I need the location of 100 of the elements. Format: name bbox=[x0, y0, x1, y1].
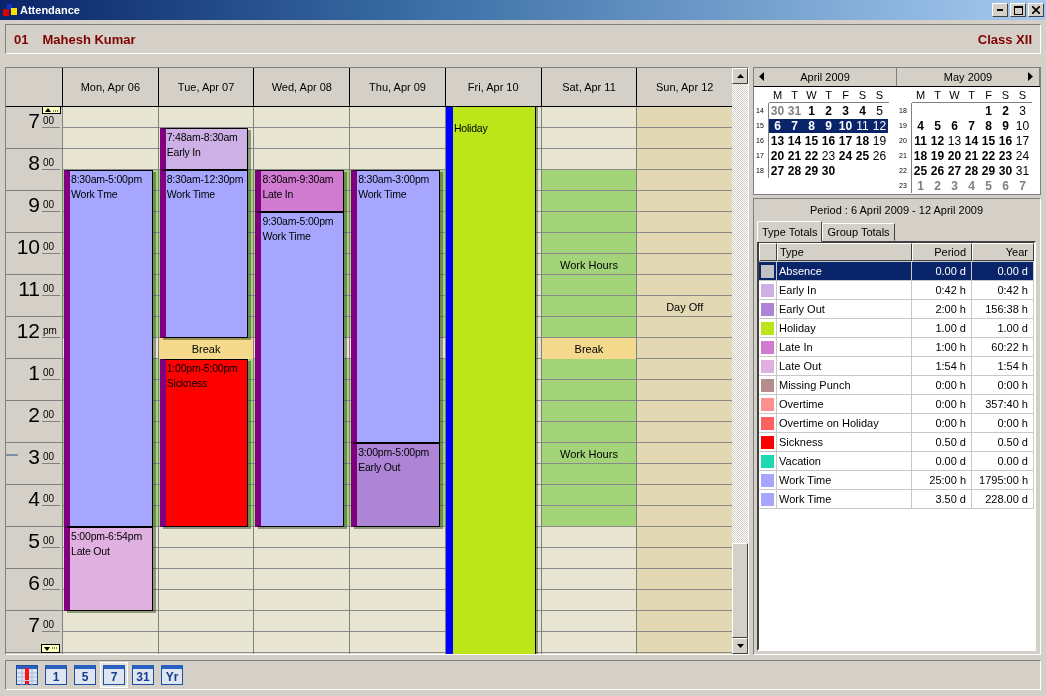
date-cell[interactable]: 14 bbox=[786, 133, 803, 148]
scroll-up-arrow-icon[interactable] bbox=[736, 74, 744, 78]
date-cell[interactable]: 30 bbox=[997, 163, 1014, 178]
table-row[interactable]: Missing Punch 0:00 h 0:00 h bbox=[759, 376, 1034, 395]
table-row[interactable]: Work Time 3.50 d 228.00 d bbox=[759, 490, 1034, 509]
date-cell[interactable]: 13 bbox=[946, 133, 963, 148]
week-row[interactable]: 30 31 1 2 3 4 5 bbox=[769, 103, 888, 118]
date-cell[interactable]: 9 bbox=[997, 118, 1014, 133]
date-cell[interactable]: 15 bbox=[803, 133, 820, 148]
event-block[interactable]: 8:30am-9:30am Late In bbox=[255, 170, 345, 212]
scroll-thumb[interactable] bbox=[732, 543, 748, 638]
week-row[interactable]: 11 12 13 14 15 16 17 bbox=[912, 133, 1031, 148]
week-row[interactable]: 13 14 15 16 17 18 19 bbox=[769, 133, 888, 148]
date-cell[interactable]: 11 bbox=[854, 118, 871, 133]
next-month-icon[interactable] bbox=[1028, 72, 1033, 81]
date-cell[interactable]: 17 bbox=[1014, 133, 1031, 148]
date-cell[interactable]: 7 bbox=[963, 118, 980, 133]
date-cell[interactable]: 16 bbox=[820, 133, 837, 148]
column-header[interactable]: Period bbox=[912, 243, 972, 261]
previous-month-icon[interactable] bbox=[759, 72, 764, 81]
date-cell[interactable]: 23 bbox=[820, 148, 837, 163]
date-cell[interactable]: 31 bbox=[1014, 163, 1031, 178]
date-cell[interactable]: 12 bbox=[929, 133, 946, 148]
date-cell[interactable]: 30 bbox=[820, 163, 837, 178]
event-block[interactable]: 7:48am-8:30am Early In bbox=[159, 128, 249, 170]
date-cell[interactable]: 6 bbox=[997, 178, 1014, 193]
scroll-down-icon[interactable] bbox=[41, 644, 60, 653]
table-row[interactable]: Absence 0.00 d 0.00 d bbox=[759, 262, 1034, 281]
day-header[interactable]: Tue, Apr 07 bbox=[157, 68, 254, 106]
date-cell[interactable]: 1 bbox=[912, 178, 929, 193]
view-button[interactable]: Yr bbox=[158, 662, 186, 688]
date-cell[interactable]: 26 bbox=[929, 163, 946, 178]
date-cell[interactable]: 5 bbox=[929, 118, 946, 133]
scroll-down-arrow-icon[interactable] bbox=[736, 644, 744, 648]
date-cell[interactable]: 29 bbox=[980, 163, 997, 178]
date-cell[interactable]: 17 bbox=[837, 133, 854, 148]
table-row[interactable]: Early Out 2:00 h 156:38 h bbox=[759, 300, 1034, 319]
date-cell[interactable]: 25 bbox=[912, 163, 929, 178]
event-block[interactable]: 8:30am-12:30pm Work Time bbox=[159, 170, 249, 338]
date-cell[interactable]: 27 bbox=[769, 163, 786, 178]
event-block[interactable]: 3:00pm-5:00pm Early Out bbox=[351, 443, 440, 527]
week-row[interactable]: 1 2 3 bbox=[912, 103, 1031, 118]
date-cell[interactable]: 26 bbox=[871, 148, 888, 163]
date-cell[interactable]: 16 bbox=[997, 133, 1014, 148]
date-cell[interactable]: 10 bbox=[837, 118, 854, 133]
day-header[interactable]: Fri, Apr 10 bbox=[444, 68, 541, 106]
date-cell[interactable]: 21 bbox=[963, 148, 980, 163]
date-cell[interactable]: 29 bbox=[803, 163, 820, 178]
date-cell[interactable]: 5 bbox=[980, 178, 997, 193]
table-row[interactable]: Overtime 0:00 h 357:40 h bbox=[759, 395, 1034, 414]
date-cell[interactable]: 12 bbox=[871, 118, 888, 133]
date-cell[interactable]: 1 bbox=[980, 103, 997, 118]
date-cell[interactable]: 31 bbox=[786, 103, 803, 118]
date-cell[interactable]: 8 bbox=[803, 118, 820, 133]
table-row[interactable]: Work Time 25:00 h 1795:00 h bbox=[759, 471, 1034, 490]
date-cell[interactable]: 23 bbox=[997, 148, 1014, 163]
event-block[interactable]: 1:00pm-5:00pm Sickness bbox=[159, 359, 249, 527]
table-row[interactable]: Sickness 0.50 d 0.50 d bbox=[759, 433, 1034, 452]
date-cell[interactable]: 28 bbox=[786, 163, 803, 178]
week-row[interactable]: 6 7 8 9 10 11 12 bbox=[769, 118, 888, 133]
date-cell[interactable]: 30 bbox=[769, 103, 786, 118]
scroll-up-icon[interactable] bbox=[42, 107, 61, 114]
event-block[interactable]: 8:30am-3:00pm Work Time bbox=[351, 170, 440, 443]
view-button[interactable]: 7 bbox=[100, 662, 128, 688]
column-header[interactable] bbox=[759, 243, 777, 261]
date-cell[interactable]: 18 bbox=[854, 133, 871, 148]
date-cell[interactable]: 22 bbox=[803, 148, 820, 163]
date-cell[interactable]: 1 bbox=[803, 103, 820, 118]
date-cell[interactable]: 6 bbox=[946, 118, 963, 133]
table-row[interactable]: Early In 0:42 h 0:42 h bbox=[759, 281, 1034, 300]
week-row[interactable]: 1 2 3 4 5 6 7 bbox=[912, 178, 1031, 193]
event-block[interactable]: 5:00pm-6:54pm Late Out bbox=[64, 527, 153, 611]
week-row[interactable]: 20 21 22 23 24 25 26 bbox=[769, 148, 888, 163]
date-cell[interactable]: 27 bbox=[946, 163, 963, 178]
column-header[interactable]: Year bbox=[972, 243, 1034, 261]
date-cell[interactable]: 22 bbox=[980, 148, 997, 163]
event-block[interactable]: Holiday bbox=[445, 107, 536, 654]
table-row[interactable]: Holiday 1.00 d 1.00 d bbox=[759, 319, 1034, 338]
date-cell[interactable]: 21 bbox=[786, 148, 803, 163]
date-cell[interactable]: 3 bbox=[1014, 103, 1031, 118]
date-cell[interactable]: 15 bbox=[980, 133, 997, 148]
date-cell[interactable]: 18 bbox=[912, 148, 929, 163]
event-block[interactable]: 8:30am-5:00pm Work Tme bbox=[64, 170, 153, 527]
week-row[interactable]: 4 5 6 7 8 9 10 bbox=[912, 118, 1031, 133]
date-cell[interactable]: 9 bbox=[820, 118, 837, 133]
table-row[interactable]: Overtime on Holiday 0:00 h 0:00 h bbox=[759, 414, 1034, 433]
day-header[interactable]: Mon, Apr 06 bbox=[62, 68, 158, 106]
date-cell[interactable]: 8 bbox=[980, 118, 997, 133]
day-header[interactable]: Sat, Apr 11 bbox=[540, 68, 637, 106]
view-button[interactable]: 31 bbox=[129, 662, 157, 688]
date-cell[interactable]: 2 bbox=[997, 103, 1014, 118]
tab[interactable]: Group Totals bbox=[822, 223, 895, 241]
date-cell[interactable]: 4 bbox=[912, 118, 929, 133]
week-row[interactable]: 27 28 29 30 bbox=[769, 163, 888, 178]
date-cell[interactable]: 19 bbox=[929, 148, 946, 163]
date-cell[interactable]: 19 bbox=[871, 133, 888, 148]
date-cell[interactable]: 7 bbox=[786, 118, 803, 133]
close-button[interactable] bbox=[1028, 3, 1044, 17]
date-cell[interactable]: 24 bbox=[1014, 148, 1031, 163]
table-row[interactable]: Late In 1:00 h 60:22 h bbox=[759, 338, 1034, 357]
